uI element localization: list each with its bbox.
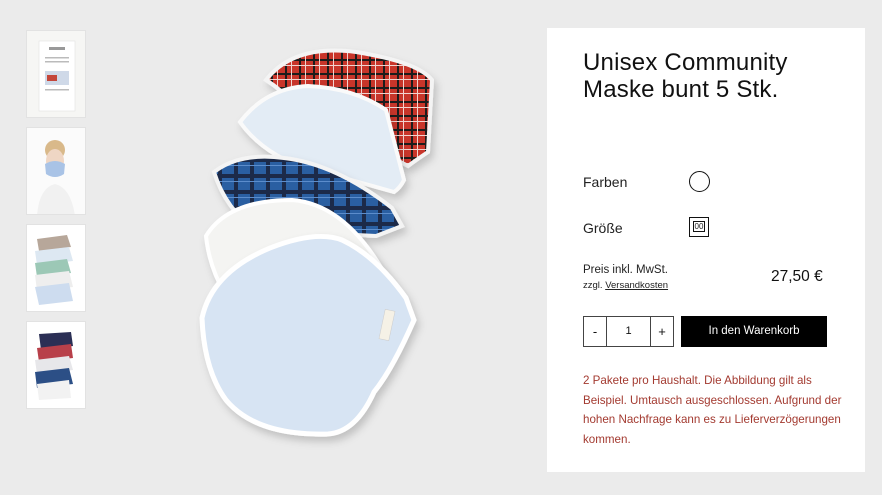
- thumbnail-gallery: [26, 30, 87, 418]
- add-to-cart-button[interactable]: In den Warenkorb: [681, 316, 827, 347]
- stack-image: [27, 225, 85, 311]
- product-title: Unisex Community Maske bunt 5 Stk.: [583, 49, 788, 103]
- thumbnail-model[interactable]: [26, 127, 86, 215]
- quantity-input[interactable]: 1: [607, 317, 650, 346]
- size-value: 00: [692, 221, 706, 232]
- color-label: Farben: [583, 174, 628, 190]
- packaging-image: [27, 31, 85, 117]
- product-image: [199, 48, 435, 437]
- model-image: [27, 128, 85, 214]
- shipping-prefix: zzgl.: [583, 280, 603, 291]
- product-panel: Unisex Community Maske bunt 5 Stk. Farbe…: [547, 28, 865, 472]
- quantity-decrease-button[interactable]: -: [584, 317, 607, 346]
- quantity-increase-button[interactable]: +: [650, 317, 673, 346]
- price-label: Preis inkl. MwSt.: [583, 264, 668, 276]
- shipping-note: zzgl. Versandkosten: [583, 280, 668, 291]
- size-label: Größe: [583, 220, 623, 236]
- color-swatch[interactable]: [689, 171, 710, 192]
- size-selector[interactable]: 00: [689, 217, 709, 237]
- product-price: 27,50 €: [771, 268, 823, 285]
- colorful-stack-image: [27, 322, 85, 408]
- thumbnail-packaging[interactable]: [26, 30, 86, 118]
- thumbnail-stack[interactable]: [26, 224, 86, 312]
- quantity-stepper: - 1 +: [583, 316, 674, 347]
- availability-notice: 2 Pakete pro Haushalt. Die Abbildung gil…: [583, 374, 842, 446]
- thumbnail-colorful[interactable]: [26, 321, 86, 409]
- shipping-costs-link[interactable]: Versandkosten: [605, 280, 668, 291]
